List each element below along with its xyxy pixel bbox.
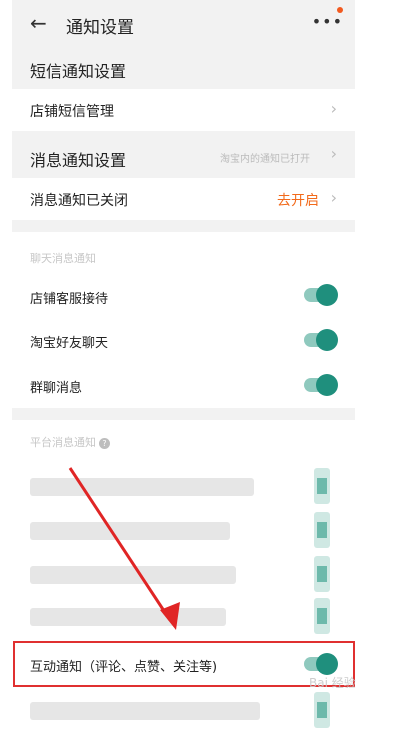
red-arrow-annotation bbox=[68, 467, 180, 630]
highlight-box bbox=[13, 641, 355, 687]
watermark: Bai 经验 bbox=[309, 676, 356, 690]
